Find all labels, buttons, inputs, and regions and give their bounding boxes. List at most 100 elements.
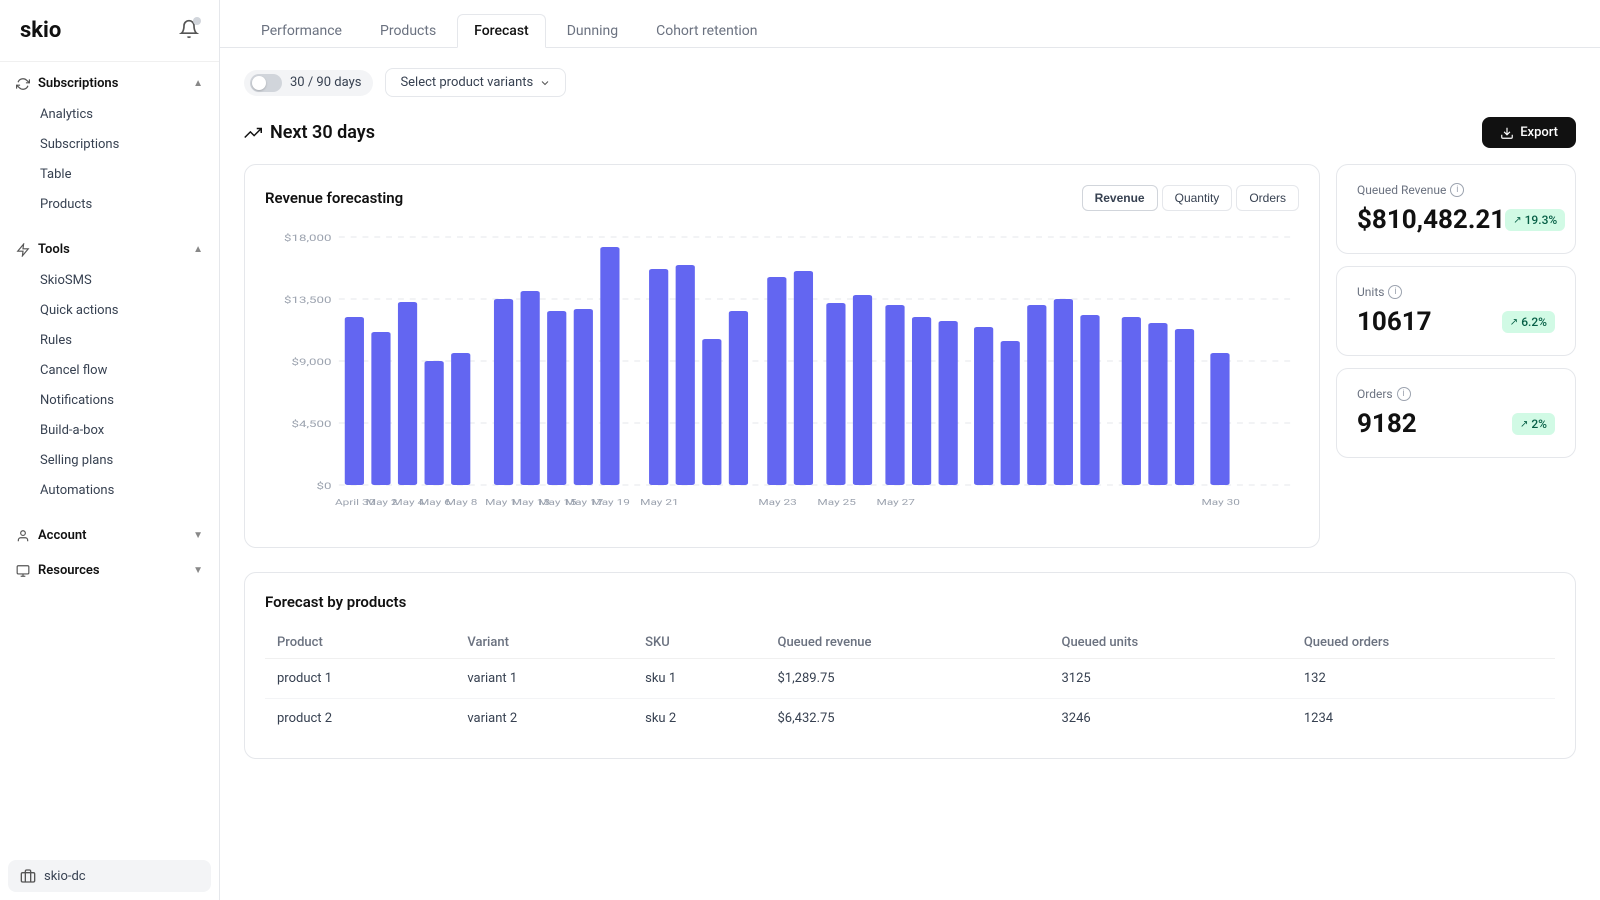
sidebar-logo: skio xyxy=(0,0,219,62)
store-name: skio-dc xyxy=(44,869,86,884)
tools-icon xyxy=(16,243,30,257)
queued-revenue-info[interactable]: i xyxy=(1450,183,1464,197)
units-info[interactable]: i xyxy=(1388,285,1402,299)
queued-revenue-badge: ↗ 19.3% xyxy=(1505,209,1565,231)
products-table: Product Variant SKU Queued revenue Queue… xyxy=(265,627,1555,738)
resources-chevron: ▼ xyxy=(193,565,203,576)
toggle-label: 30 / 90 days xyxy=(290,75,361,90)
chart-svg: $18,000 $13,500 $9,000 $4,500 $0 xyxy=(265,227,1299,527)
cell-units: 3125 xyxy=(1050,659,1292,699)
tab-forecast[interactable]: Forecast xyxy=(457,14,546,48)
top-tabs: Performance Products Forecast Dunning Co… xyxy=(220,0,1600,48)
orders-value: 9182 xyxy=(1357,409,1417,439)
cell-variant: variant 2 xyxy=(455,699,633,739)
sidebar-item-build-a-box[interactable]: Build-a-box xyxy=(8,416,211,445)
export-button[interactable]: Export xyxy=(1482,117,1576,148)
stats-column: Queued Revenue i $810,482.21 ↗ 19.3% Uni… xyxy=(1336,164,1576,548)
section-heading: Next 30 days Export xyxy=(244,117,1576,148)
units-badge: ↗ 6.2% xyxy=(1502,311,1555,333)
tab-products[interactable]: Products xyxy=(363,14,453,48)
resources-label: Resources xyxy=(38,563,100,578)
cell-orders: 132 xyxy=(1292,659,1555,699)
orders-info[interactable]: i xyxy=(1397,387,1411,401)
svg-text:$13,500: $13,500 xyxy=(284,294,331,305)
sidebar-item-table[interactable]: Table xyxy=(8,160,211,189)
toggle-quantity[interactable]: Quantity xyxy=(1162,185,1233,211)
sidebar-item-notifications[interactable]: Notifications xyxy=(8,386,211,415)
store-badge[interactable]: skio-dc xyxy=(8,860,211,892)
store-icon xyxy=(20,868,36,884)
table-row: product 1 variant 1 sku 1 $1,289.75 3125… xyxy=(265,659,1555,699)
chart-toggles: Revenue Quantity Orders xyxy=(1082,185,1299,211)
tools-chevron: ▲ xyxy=(193,244,203,255)
toggle-knob xyxy=(252,76,266,90)
orders-badge: ↗ 2% xyxy=(1512,413,1555,435)
filter-row: 30 / 90 days Select product variants xyxy=(244,68,1576,97)
svg-text:May 27: May 27 xyxy=(877,499,916,508)
svg-text:May 19: May 19 xyxy=(591,499,629,508)
cell-sku: sku 2 xyxy=(633,699,765,739)
svg-text:$18,000: $18,000 xyxy=(284,232,331,243)
col-queued-orders: Queued orders xyxy=(1292,627,1555,659)
svg-text:$4,500: $4,500 xyxy=(292,418,332,429)
queued-revenue-label: Queued Revenue i xyxy=(1357,183,1555,197)
col-queued-units: Queued units xyxy=(1050,627,1292,659)
sidebar-item-cancel-flow[interactable]: Cancel flow xyxy=(8,356,211,385)
units-value: 10617 xyxy=(1357,307,1432,337)
svg-text:May 30: May 30 xyxy=(1201,499,1240,508)
cell-revenue: $1,289.75 xyxy=(765,659,1049,699)
account-section[interactable]: Account ▼ xyxy=(0,514,219,549)
account-label: Account xyxy=(38,528,86,543)
tools-label: Tools xyxy=(38,242,70,257)
chart-title: Revenue forecasting xyxy=(265,189,403,207)
tab-performance[interactable]: Performance xyxy=(244,14,359,48)
toggle-revenue[interactable]: Revenue xyxy=(1082,185,1158,211)
notifications-icon[interactable] xyxy=(179,19,199,43)
subscriptions-items: Analytics Subscriptions Table Products xyxy=(0,97,219,228)
toggle-switch[interactable] xyxy=(250,74,282,92)
cell-orders: 1234 xyxy=(1292,699,1555,739)
bar-chart: $18,000 $13,500 $9,000 $4,500 $0 xyxy=(265,227,1299,527)
sidebar-item-products[interactable]: Products xyxy=(8,190,211,219)
units-label: Units i xyxy=(1357,285,1555,299)
subscriptions-icon xyxy=(16,77,30,91)
queued-revenue-value-row: $810,482.21 ↗ 19.3% xyxy=(1357,205,1555,235)
sidebar-item-automations[interactable]: Automations xyxy=(8,476,211,505)
svg-text:May 21: May 21 xyxy=(640,499,678,508)
table-row: product 2 variant 2 sku 2 $6,432.75 3246… xyxy=(265,699,1555,739)
tools-items: SkioSMS Quick actions Rules Cancel flow … xyxy=(0,263,219,514)
cell-product: product 1 xyxy=(265,659,455,699)
cell-variant: variant 1 xyxy=(455,659,633,699)
sidebar-item-subscriptions[interactable]: Subscriptions xyxy=(8,130,211,159)
chart-stats-row: Revenue forecasting Revenue Quantity Ord… xyxy=(244,164,1576,548)
subscriptions-section[interactable]: Subscriptions ▲ xyxy=(0,62,219,97)
svg-text:May 25: May 25 xyxy=(817,499,856,508)
products-table-title: Forecast by products xyxy=(265,593,1555,611)
orders-value-row: 9182 ↗ 2% xyxy=(1357,409,1555,439)
sidebar-item-skiosms[interactable]: SkioSMS xyxy=(8,266,211,295)
notification-dot xyxy=(193,17,201,25)
units-value-row: 10617 ↗ 6.2% xyxy=(1357,307,1555,337)
tools-section[interactable]: Tools ▲ xyxy=(0,228,219,263)
toggle-orders[interactable]: Orders xyxy=(1236,185,1299,211)
sidebar-item-quick-actions[interactable]: Quick actions xyxy=(8,296,211,325)
products-card: Forecast by products Product Variant SKU… xyxy=(244,572,1576,759)
sidebar-item-analytics[interactable]: Analytics xyxy=(8,100,211,129)
download-icon xyxy=(1500,126,1514,140)
resources-section[interactable]: Resources ▼ xyxy=(0,549,219,584)
tab-dunning[interactable]: Dunning xyxy=(550,14,635,48)
sidebar-item-selling-plans[interactable]: Selling plans xyxy=(8,446,211,475)
svg-text:May 23: May 23 xyxy=(758,499,797,508)
product-variants-select[interactable]: Select product variants xyxy=(385,68,566,97)
resources-icon xyxy=(16,564,30,578)
export-label: Export xyxy=(1520,125,1558,140)
col-product: Product xyxy=(265,627,455,659)
sidebar: skio Subscriptions ▲ Analytics Subscript… xyxy=(0,0,220,900)
account-icon xyxy=(16,529,30,543)
tab-cohort-retention[interactable]: Cohort retention xyxy=(639,14,774,48)
days-toggle[interactable]: 30 / 90 days xyxy=(244,70,373,96)
svg-text:$9,000: $9,000 xyxy=(292,356,332,367)
account-chevron: ▼ xyxy=(193,530,203,541)
trend-icon xyxy=(244,124,262,142)
sidebar-item-rules[interactable]: Rules xyxy=(8,326,211,355)
